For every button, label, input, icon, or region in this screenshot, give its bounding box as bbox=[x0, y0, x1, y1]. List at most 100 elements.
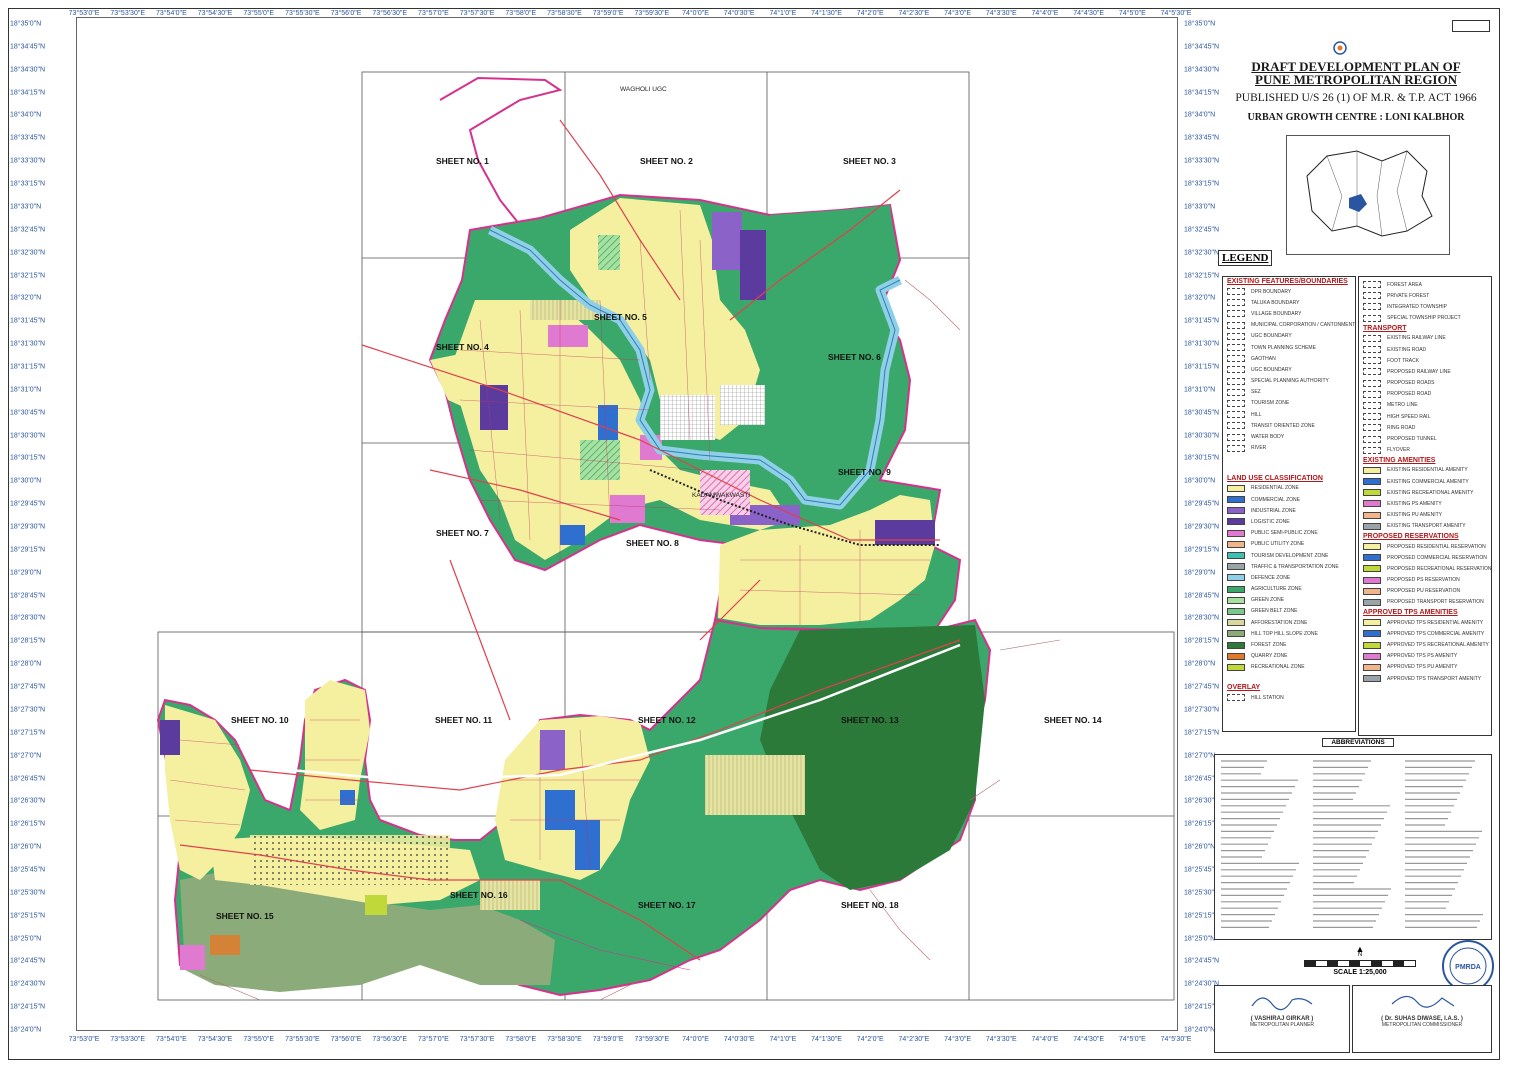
pmrda-logo-icon bbox=[1320, 40, 1360, 65]
sheet-label: SHEET NO. 18 bbox=[841, 900, 899, 910]
legend-swatch bbox=[1227, 607, 1245, 615]
legend-swatch bbox=[1363, 466, 1381, 474]
legend-label: SEZ bbox=[1251, 389, 1261, 396]
legend-item: PUBLIC SEMI-PUBLIC ZONE bbox=[1223, 528, 1355, 539]
legend-item: PROPOSED RAILWAY LINE bbox=[1359, 366, 1491, 377]
sheet-label: SHEET NO. 1 bbox=[436, 156, 489, 166]
sheet-label: SHEET NO. 5 bbox=[594, 312, 647, 322]
legend-item: FLYOVER bbox=[1359, 445, 1491, 456]
legend-swatch bbox=[1227, 344, 1245, 352]
legend-item: RECREATIONAL ZONE bbox=[1223, 662, 1355, 673]
legend-label: FLYOVER bbox=[1387, 447, 1410, 454]
legend-swatch bbox=[1363, 346, 1381, 354]
legend-swatch bbox=[1227, 321, 1245, 329]
legend-item: WATER BODY bbox=[1223, 431, 1355, 442]
legend-swatch bbox=[1227, 399, 1245, 407]
legend-swatch bbox=[1363, 641, 1381, 649]
legend-label: UGC BOUNDARY bbox=[1251, 366, 1292, 373]
legend-swatch bbox=[1227, 433, 1245, 441]
legend-swatch bbox=[1363, 334, 1381, 342]
legend-label: SPECIAL PLANNING AUTHORITY bbox=[1251, 378, 1329, 385]
legend-item: PROPOSED ROAD bbox=[1359, 389, 1491, 400]
north-label: N bbox=[1357, 952, 1363, 958]
legend-label: GAOTHAN bbox=[1251, 355, 1276, 362]
legend-label: AGRICULTURE ZONE bbox=[1251, 586, 1302, 593]
legend-landuse-heading: LAND USE CLASSIFICATION bbox=[1227, 474, 1323, 482]
legend-label: TRAFFIC & TRANSPORTATION ZONE bbox=[1251, 563, 1339, 570]
sheet-label: SHEET NO. 16 bbox=[450, 890, 508, 900]
legend-item: EXISTING TRANSPORT AMENITY bbox=[1359, 521, 1491, 532]
sheet-label: SHEET NO. 7 bbox=[436, 528, 489, 538]
zone-commercial-b bbox=[598, 405, 618, 440]
legend-item: TOURISM DEVELOPMENT ZONE bbox=[1223, 550, 1355, 561]
legend-item: INTEGRATED TOWNSHIP bbox=[1359, 301, 1491, 312]
legend-label: EXISTING PS AMENITY bbox=[1387, 500, 1442, 507]
legend-label: AFFORESTATION ZONE bbox=[1251, 619, 1308, 626]
legend-label: PROPOSED ROAD bbox=[1387, 391, 1432, 398]
sheet-label: SHEET NO. 11 bbox=[435, 715, 492, 725]
legend-label: TOURISM DEVELOPMENT ZONE bbox=[1251, 552, 1329, 559]
legend-item: UGC BOUNDARY bbox=[1223, 364, 1355, 375]
legend-item: TOURISM ZONE bbox=[1223, 398, 1355, 409]
abbreviations-text-lines bbox=[1221, 760, 1483, 928]
legend-right-top-list: FOREST AREA PRIVATE FOREST INTEGRATED TOWN… bbox=[1359, 279, 1491, 324]
legend-label: FOREST ZONE bbox=[1251, 642, 1287, 649]
region-inset-map bbox=[1286, 135, 1450, 255]
legend-swatch bbox=[1227, 507, 1245, 515]
legend-swatch bbox=[1363, 663, 1381, 671]
legend-item: EXISTING ROAD bbox=[1359, 344, 1491, 355]
legend-swatch bbox=[1363, 368, 1381, 376]
legend-swatch bbox=[1227, 377, 1245, 385]
legend-item: AGRICULTURE ZONE bbox=[1223, 584, 1355, 595]
legend-item: INDUSTRIAL ZONE bbox=[1223, 505, 1355, 516]
legend-swatch bbox=[1363, 489, 1381, 497]
legend-item: UGC BOUNDARY bbox=[1223, 331, 1355, 342]
place-label-kadamwakwasti: KADAMWAKWASTI bbox=[692, 492, 750, 499]
legend-label: RESIDENTIAL ZONE bbox=[1251, 485, 1299, 492]
legend-swatch bbox=[1363, 554, 1381, 562]
legend-swatch bbox=[1227, 529, 1245, 537]
legend-item: EXISTING RECREATIONAL AMENITY bbox=[1359, 487, 1491, 498]
sheet-label: SHEET NO. 15 bbox=[216, 911, 274, 921]
legend-label: RECREATIONAL ZONE bbox=[1251, 664, 1305, 671]
legend-transport-heading: TRANSPORT bbox=[1363, 324, 1407, 332]
legend-item: APPROVED TPS RESIDENTIAL AMENITY bbox=[1359, 617, 1491, 628]
legend-item: TOWN PLANNING SCHEME bbox=[1223, 342, 1355, 353]
legend-item: AFFORESTATION ZONE bbox=[1223, 617, 1355, 628]
sheet-label: SHEET NO. 2 bbox=[640, 156, 693, 166]
legend-item: HILL TOP HILL SLOPE ZONE bbox=[1223, 628, 1355, 639]
legend-swatch bbox=[1227, 310, 1245, 318]
legend-label: PRIVATE FOREST bbox=[1387, 292, 1430, 299]
legend-item: SPECIAL TOWNSHIP PROJECT bbox=[1359, 313, 1491, 324]
legend-label: DPR BOUNDARY bbox=[1251, 288, 1292, 295]
zone-commercial-c bbox=[560, 525, 585, 545]
legend-item: FOREST AREA bbox=[1359, 279, 1491, 290]
signature-block-right: ( Dr. SUHAS DIWASE, I.A.S. ) METROPOLITA… bbox=[1352, 985, 1492, 1053]
legend-swatch bbox=[1363, 303, 1381, 311]
legend-swatch bbox=[1363, 511, 1381, 519]
sheet-label: SHEET NO. 13 bbox=[841, 715, 899, 725]
zone-industrial-b bbox=[740, 230, 766, 300]
legend-transport-list: EXISTING RAILWAY LINE EXISTING ROAD FOOT T… bbox=[1359, 333, 1491, 456]
legend-item: MUNICIPAL CORPORATION / CANTONMENT BOUND… bbox=[1223, 320, 1355, 331]
region-outline bbox=[1306, 150, 1433, 237]
legend-swatch bbox=[1363, 413, 1381, 421]
legend-item: HILL bbox=[1223, 409, 1355, 420]
scale-bar: ▲ N SCALE 1:25,000 bbox=[1290, 944, 1430, 976]
legend-swatch bbox=[1227, 641, 1245, 649]
legend-item: PROPOSED RECREATIONAL RESERVATION bbox=[1359, 563, 1491, 574]
legend-swatch bbox=[1363, 478, 1381, 486]
legend-item: SEZ bbox=[1223, 387, 1355, 398]
legend-label: PROPOSED RAILWAY LINE bbox=[1387, 368, 1451, 375]
legend-label: PROPOSED TRANSPORT RESERVATION bbox=[1387, 599, 1484, 606]
zone-industrial-a bbox=[712, 212, 742, 270]
zone-grid-2 bbox=[720, 385, 765, 425]
legend-item: PROPOSED ROADS bbox=[1359, 378, 1491, 389]
legend-label: GREEN ZONE bbox=[1251, 597, 1285, 604]
legend-label: HILL STATION bbox=[1251, 694, 1284, 701]
zone-commercial-south-2 bbox=[575, 820, 600, 870]
legend-swatch bbox=[1227, 355, 1245, 363]
legend-swatch bbox=[1227, 388, 1245, 396]
legend-item: APPROVED TPS PU AMENITY bbox=[1359, 662, 1491, 673]
legend-swatch bbox=[1363, 314, 1381, 322]
